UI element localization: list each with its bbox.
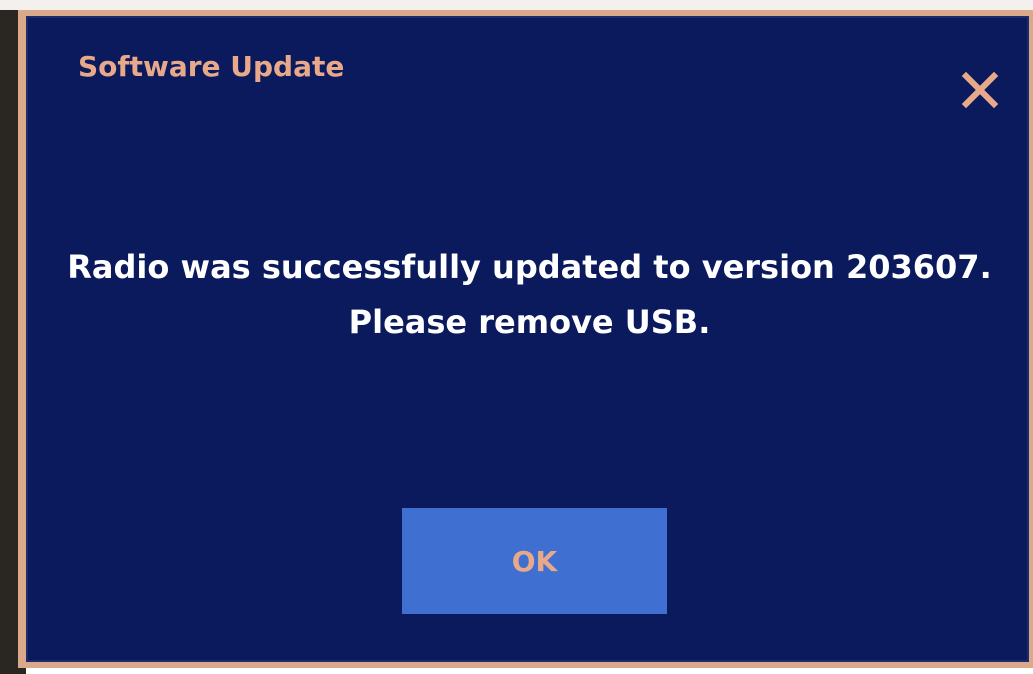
software-update-dialog: Software Update Radio was successfully u… bbox=[26, 16, 1029, 662]
update-message: Radio was successfully updated to versio… bbox=[28, 240, 1031, 350]
background-top-edge bbox=[0, 0, 1033, 10]
message-line-2: Please remove USB. bbox=[348, 303, 711, 341]
close-icon bbox=[961, 71, 999, 109]
screen: Software Update Radio was successfully u… bbox=[0, 0, 1033, 674]
dialog-title: Software Update bbox=[78, 50, 345, 83]
message-line-1: Radio was successfully updated to versio… bbox=[67, 248, 992, 286]
close-button[interactable] bbox=[956, 66, 1004, 114]
ok-button[interactable]: OK bbox=[402, 508, 667, 614]
